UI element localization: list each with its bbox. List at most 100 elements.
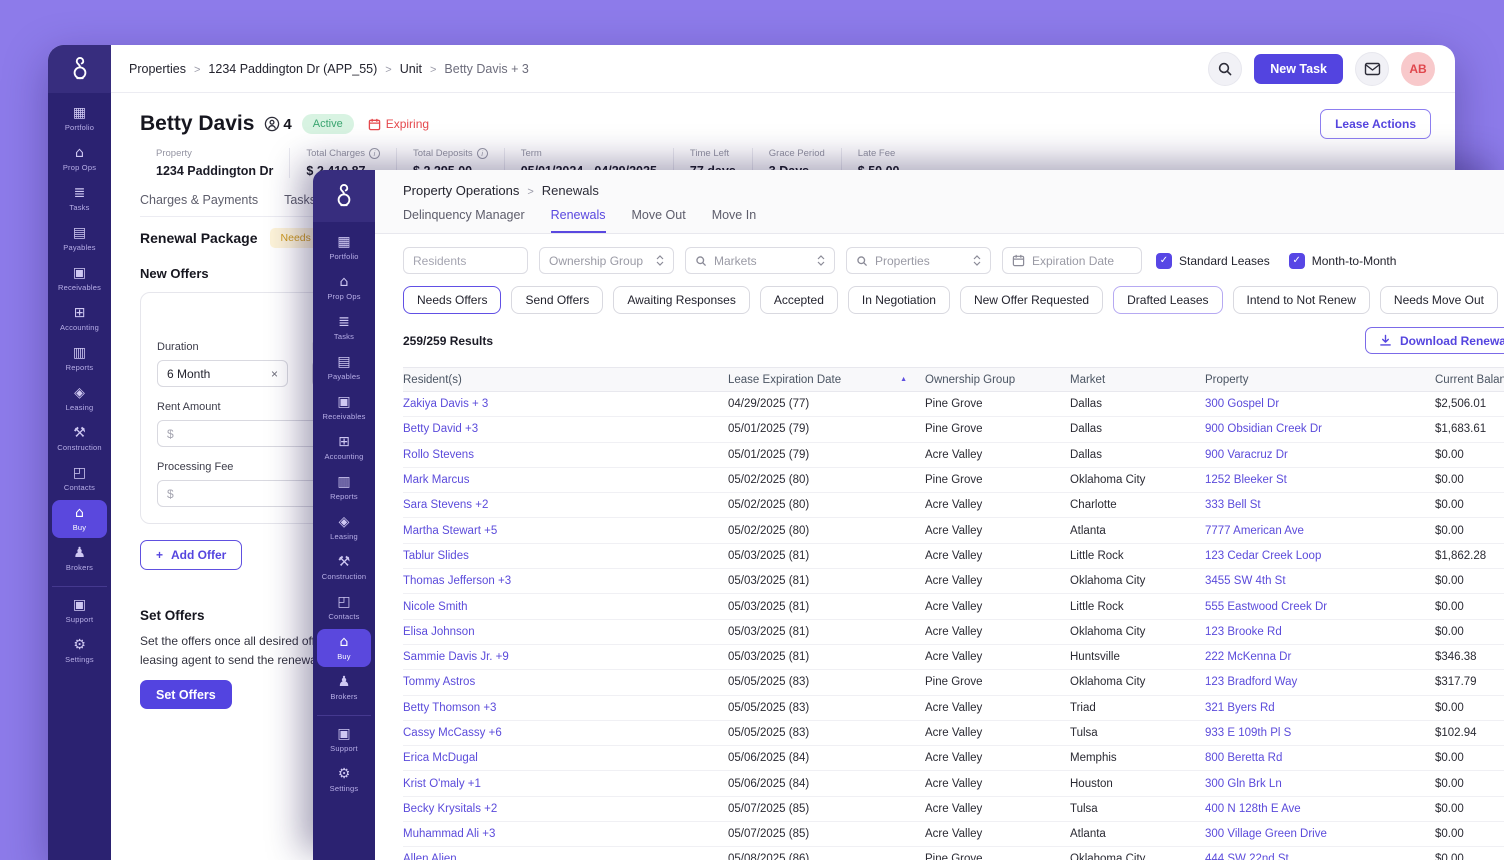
cell-resident-link[interactable]: Cassy McCassy +6 — [403, 727, 728, 739]
cell-resident-link[interactable]: Elisa Johnson — [403, 626, 728, 638]
sidebar-item-settings[interactable]: ⚙ Settings — [52, 632, 107, 670]
cell-resident-link[interactable]: Nicole Smith — [403, 601, 728, 613]
new-task-button[interactable]: New Task — [1254, 54, 1343, 84]
sidebar-item-portfolio[interactable]: ▦ Portfolio — [317, 229, 371, 267]
chip-needs-offers[interactable]: Needs Offers — [403, 286, 501, 314]
cell-property-link[interactable]: 933 E 109th Pl S — [1205, 727, 1435, 739]
sidebar-item-prop-ops[interactable]: ⌂ Prop Ops — [317, 269, 371, 307]
cell-resident-link[interactable]: Sammie Davis Jr. +9 — [403, 651, 728, 663]
cell-property-link[interactable]: 400 N 128th E Ave — [1205, 803, 1435, 815]
info-icon[interactable]: i — [369, 148, 380, 159]
cell-property-link[interactable]: 900 Varacruz Dr — [1205, 449, 1435, 461]
chip-accepted[interactable]: Accepted — [760, 286, 838, 314]
lease-actions-button[interactable]: Lease Actions — [1320, 109, 1431, 139]
chip-new-offer-requested[interactable]: New Offer Requested — [960, 286, 1103, 314]
download-renewals-button[interactable]: Download Renewals — [1365, 327, 1504, 354]
cell-resident-link[interactable]: Tablur Slides — [403, 550, 728, 562]
app-logo[interactable] — [313, 170, 375, 222]
col-residents[interactable]: Resident(s) — [403, 374, 728, 386]
cell-property-link[interactable]: 900 Obsidian Creek Dr — [1205, 423, 1435, 435]
cell-resident-link[interactable]: Thomas Jefferson +3 — [403, 575, 728, 587]
cell-resident-link[interactable]: Rollo Stevens — [403, 449, 728, 461]
sidebar-item-reports[interactable]: ▥ Reports — [52, 340, 107, 378]
col-property[interactable]: Property — [1205, 374, 1435, 386]
checkbox-month-to-month[interactable]: Month-to-Month — [1289, 253, 1397, 269]
sidebar-item-leasing[interactable]: ◈ Leasing — [317, 509, 371, 547]
checkbox-standard-leases[interactable]: Standard Leases — [1156, 253, 1270, 269]
chip-awaiting-responses[interactable]: Awaiting Responses — [613, 286, 750, 314]
cell-resident-link[interactable]: Betty David +3 — [403, 423, 728, 435]
lease-tab[interactable]: Charges & Payments — [140, 193, 258, 207]
cell-resident-link[interactable]: Allen Alien — [403, 853, 728, 860]
breadcrumb-item[interactable]: Betty Davis + 3 — [444, 62, 528, 76]
tab-move-in[interactable]: Move In — [712, 208, 756, 233]
cell-resident-link[interactable]: Erica McDugal — [403, 752, 728, 764]
cell-resident-link[interactable]: Muhammad Ali +3 — [403, 828, 728, 840]
app-logo[interactable] — [48, 45, 111, 93]
chip-needs-move-out[interactable]: Needs Move Out — [1380, 286, 1498, 314]
clear-icon[interactable]: × — [271, 367, 278, 381]
properties-select[interactable]: Properties — [846, 247, 991, 274]
lease-tab[interactable]: Tasks — [284, 193, 316, 207]
avatar[interactable]: AB — [1401, 52, 1435, 86]
cell-property-link[interactable]: 123 Cedar Creek Loop — [1205, 550, 1435, 562]
chip-intend-to-not-renew[interactable]: Intend to Not Renew — [1233, 286, 1370, 314]
col-lease-expiration-date[interactable]: Lease Expiration Date — [728, 374, 925, 386]
search-button[interactable] — [1208, 52, 1242, 86]
sidebar-item-support[interactable]: ▣ Support — [317, 715, 371, 759]
breadcrumb-item[interactable]: Properties — [129, 62, 200, 76]
col-current-balance[interactable]: Current Balance — [1435, 374, 1504, 386]
sidebar-item-receivables[interactable]: ▣ Receivables — [317, 389, 371, 427]
cell-resident-link[interactable]: Betty Thomson +3 — [403, 702, 728, 714]
cell-resident-link[interactable]: Martha Stewart +5 — [403, 525, 728, 537]
breadcrumb-item[interactable]: Property Operations — [403, 183, 534, 198]
cell-property-link[interactable]: 1252 Bleeker St — [1205, 474, 1435, 486]
sidebar-item-tasks[interactable]: ≣ Tasks — [52, 180, 107, 218]
tab-move-out[interactable]: Move Out — [632, 208, 686, 233]
cell-property-link[interactable]: 321 Byers Rd — [1205, 702, 1435, 714]
sidebar-item-payables[interactable]: ▤ Payables — [317, 349, 371, 387]
residents-input[interactable] — [403, 247, 528, 274]
messages-button[interactable] — [1355, 52, 1389, 86]
col-ownership-group[interactable]: Ownership Group — [925, 374, 1070, 386]
cell-property-link[interactable]: 800 Beretta Rd — [1205, 752, 1435, 764]
cell-property-link[interactable]: 300 Gospel Dr — [1205, 398, 1435, 410]
cell-property-link[interactable]: 123 Brooke Rd — [1205, 626, 1435, 638]
sidebar-item-contacts[interactable]: ◰ Contacts — [317, 589, 371, 627]
sidebar-item-buy[interactable]: ⌂ Buy — [317, 629, 371, 667]
chip-in-negotiation[interactable]: In Negotiation — [848, 286, 950, 314]
cell-property-link[interactable]: 300 Gln Brk Ln — [1205, 778, 1435, 790]
sidebar-item-buy[interactable]: ⌂ Buy — [52, 500, 107, 538]
sidebar-item-prop-ops[interactable]: ⌂ Prop Ops — [52, 140, 107, 178]
markets-select[interactable]: Markets — [685, 247, 835, 274]
sidebar-item-brokers[interactable]: ♟ Brokers — [52, 540, 107, 578]
cell-property-link[interactable]: 555 Eastwood Creek Dr — [1205, 601, 1435, 613]
chip-drafted-leases[interactable]: Drafted Leases — [1113, 286, 1222, 314]
sidebar-item-receivables[interactable]: ▣ Receivables — [52, 260, 107, 298]
sidebar-item-brokers[interactable]: ♟ Brokers — [317, 669, 371, 707]
cell-property-link[interactable]: 300 Village Green Drive — [1205, 828, 1435, 840]
cell-resident-link[interactable]: Mark Marcus — [403, 474, 728, 486]
breadcrumb-item[interactable]: 1234 Paddington Dr (APP_55) — [208, 62, 391, 76]
sidebar-item-settings[interactable]: ⚙ Settings — [317, 761, 371, 799]
sidebar-item-leasing[interactable]: ◈ Leasing — [52, 380, 107, 418]
cell-property-link[interactable]: 123 Bradford Way — [1205, 676, 1435, 688]
expiration-date-input[interactable]: Expiration Date — [1002, 247, 1142, 274]
duration-select[interactable]: 6 Month × — [157, 360, 288, 387]
tab-renewals[interactable]: Renewals — [551, 208, 606, 233]
add-offer-button[interactable]: + Add Offer — [140, 540, 242, 570]
chip-send-offers[interactable]: Send Offers — [511, 286, 603, 314]
breadcrumb-item[interactable]: Renewals — [542, 183, 599, 198]
ownership-group-select[interactable]: Ownership Group — [539, 247, 674, 274]
cell-property-link[interactable]: 333 Bell St — [1205, 499, 1435, 511]
col-market[interactable]: Market — [1070, 374, 1205, 386]
cell-property-link[interactable]: 444 SW 22nd St — [1205, 853, 1435, 860]
sidebar-item-contacts[interactable]: ◰ Contacts — [52, 460, 107, 498]
sidebar-item-support[interactable]: ▣ Support — [52, 586, 107, 630]
sidebar-item-reports[interactable]: ▥ Reports — [317, 469, 371, 507]
info-icon[interactable]: i — [477, 148, 488, 159]
sidebar-item-payables[interactable]: ▤ Payables — [52, 220, 107, 258]
sidebar-item-construction[interactable]: ⚒ Construction — [317, 549, 371, 587]
cell-property-link[interactable]: 222 McKenna Dr — [1205, 651, 1435, 663]
cell-resident-link[interactable]: Becky Krysitals +2 — [403, 803, 728, 815]
